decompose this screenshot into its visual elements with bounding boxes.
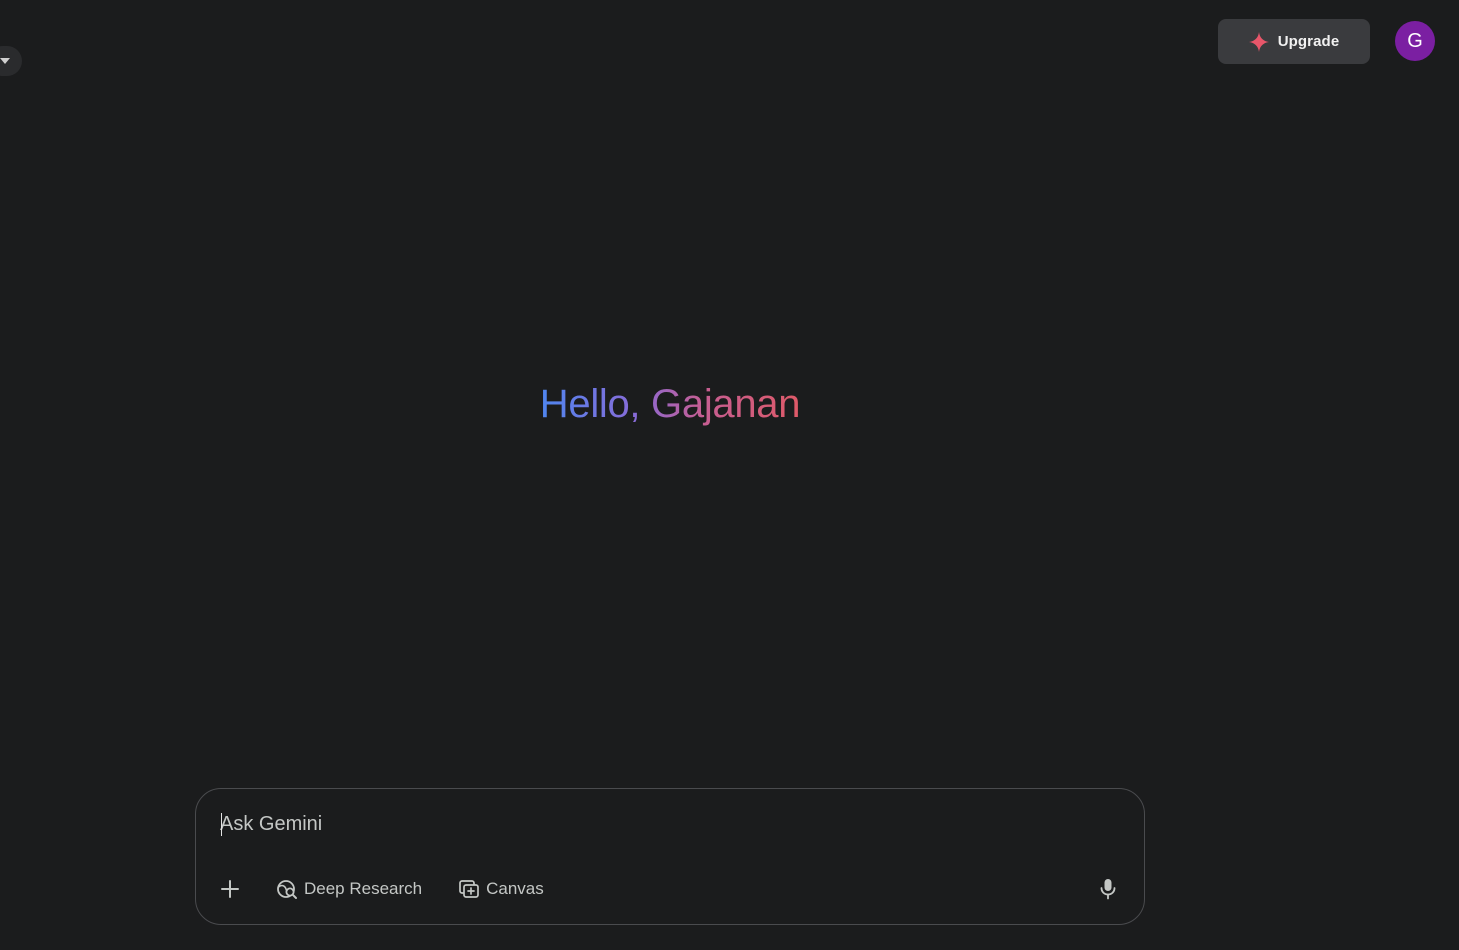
microphone-button[interactable] (1092, 873, 1124, 905)
prompt-input[interactable] (220, 807, 1080, 841)
text-caret (221, 813, 222, 836)
canvas-button[interactable]: Canvas (450, 873, 552, 905)
sidebar-toggle[interactable] (0, 46, 22, 76)
avatar[interactable]: G (1395, 21, 1435, 61)
deep-research-label: Deep Research (304, 879, 423, 898)
deep-research-icon (277, 880, 297, 899)
canvas-label: Canvas (486, 879, 544, 898)
upgrade-button[interactable]: Upgrade (1218, 19, 1370, 64)
microphone-icon (1100, 879, 1116, 900)
upgrade-label: Upgrade (1277, 33, 1340, 50)
caret-down-icon (0, 58, 10, 64)
add-button[interactable] (214, 873, 246, 905)
sparkle-icon (1248, 31, 1269, 52)
deep-research-button[interactable]: Deep Research (268, 873, 430, 905)
prompt-composer: Deep Research Canvas (195, 788, 1145, 925)
gemini-app: Upgrade G Hello, Gajanan Deep Research (0, 0, 1459, 950)
canvas-icon (459, 880, 479, 898)
greeting: Hello, Gajanan (0, 380, 1340, 428)
plus-icon (221, 880, 239, 898)
composer-toolbar: Deep Research Canvas (214, 873, 552, 905)
greeting-text: Hello, Gajanan (539, 382, 801, 426)
